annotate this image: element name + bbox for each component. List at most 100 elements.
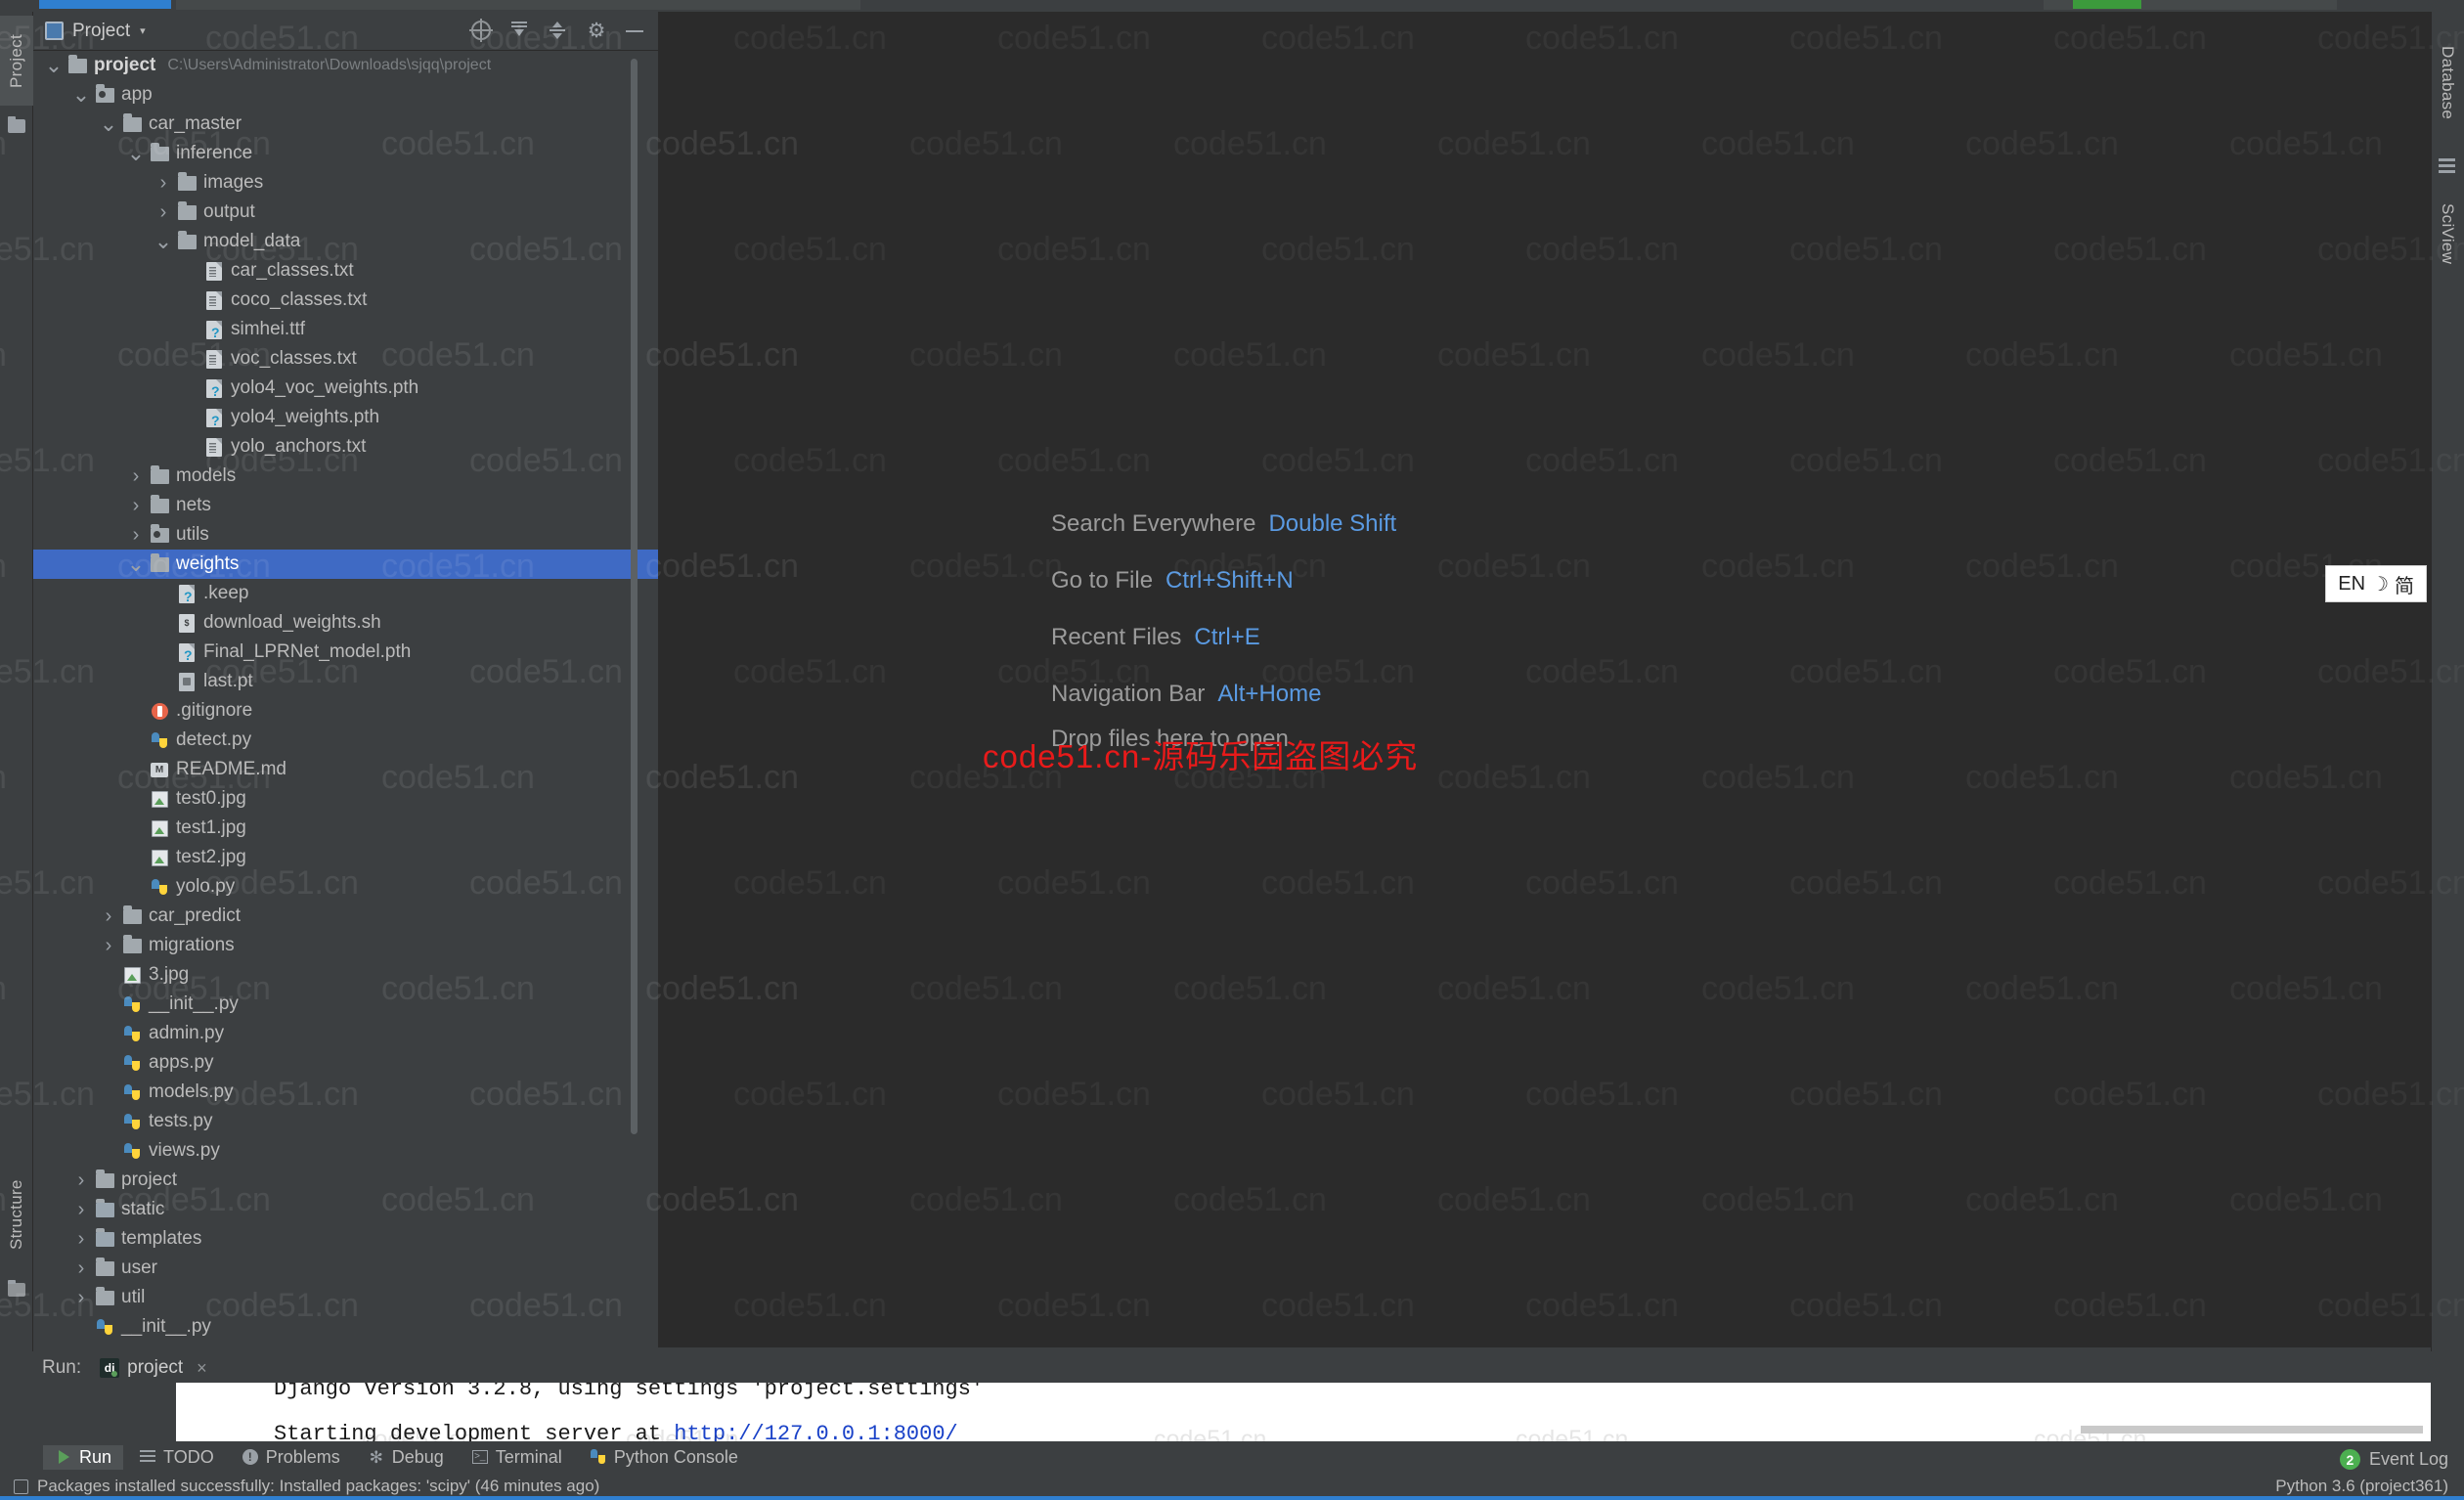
tree-row[interactable]: › nets	[33, 491, 659, 520]
tree-row[interactable]: ·$download_weights.sh	[33, 608, 659, 638]
chevron-down-icon[interactable]: ⌄	[43, 55, 65, 76]
tree-row[interactable]: · yolo_anchors.txt	[33, 432, 659, 462]
tree-row[interactable]: · tests.py	[33, 1107, 659, 1136]
tree-row[interactable]: · test2.jpg	[33, 843, 659, 872]
tree-row[interactable]: · __init__.py	[33, 1312, 659, 1342]
bottom-tab-python-console[interactable]: Python Console	[578, 1445, 750, 1470]
tree-row[interactable]: ⌄ app	[33, 80, 659, 110]
tree-spacer: ·	[125, 879, 147, 896]
chevron-down-icon[interactable]: ⌄	[153, 231, 174, 252]
folder-icon	[147, 464, 172, 484]
tree-row[interactable]: ⌄ weights	[33, 550, 659, 579]
chevron-right-icon[interactable]: ›	[98, 905, 119, 928]
run-console-output[interactable]: Django version 3.2.8, using settings 'pr…	[176, 1383, 2431, 1441]
event-log-button[interactable]: 2 Event Log	[2339, 1449, 2448, 1470]
bottom-tab-debug[interactable]: ✻ Debug	[356, 1445, 456, 1470]
chevron-right-icon[interactable]: ›	[98, 935, 119, 957]
tree-row[interactable]: · .gitignore	[33, 696, 659, 726]
tree-row[interactable]: · test1.jpg	[33, 814, 659, 843]
tree-row[interactable]: › output	[33, 198, 659, 227]
run-tab-project[interactable]: dj project ×	[94, 1357, 213, 1379]
tree-row[interactable]: · car_classes.txt	[33, 256, 659, 286]
tree-row[interactable]: ⌄ project C:\Users\Administrator\Downloads…	[33, 51, 659, 80]
tree-row[interactable]: ·?yolo4_weights.pth	[33, 403, 659, 432]
tree-scrollbar[interactable]	[631, 59, 638, 1134]
chevron-down-icon[interactable]: ⌄	[125, 143, 147, 164]
chevron-right-icon[interactable]: ›	[70, 1257, 92, 1280]
chevron-right-icon[interactable]: ›	[125, 495, 147, 517]
tool-button-database[interactable]: Database	[2431, 29, 2464, 137]
tree-row[interactable]: · apps.py	[33, 1048, 659, 1078]
chevron-down-icon[interactable]: ⌄	[70, 84, 92, 106]
tree-row[interactable]: › utils	[33, 520, 659, 550]
tree-row[interactable]: · views.py	[33, 1136, 659, 1166]
tree-row[interactable]: · models.py	[33, 1078, 659, 1107]
chevron-down-icon[interactable]: ⌄	[98, 113, 119, 135]
tree-row[interactable]: ·?yolo4_voc_weights.pth	[33, 374, 659, 403]
tool-button-sciview[interactable]: SciView	[2431, 183, 2464, 286]
tree-row[interactable]: · admin.py	[33, 1019, 659, 1048]
shortcut-keys[interactable]: Double Shift	[1268, 510, 1396, 538]
tool-button-structure[interactable]: Structure	[0, 1156, 33, 1273]
tree-row[interactable]: · detect.py	[33, 726, 659, 755]
shortcut-keys[interactable]: Ctrl+Shift+N	[1166, 567, 1294, 595]
chevron-right-icon[interactable]: ›	[125, 524, 147, 547]
tree-row[interactable]: ·M README.md	[33, 755, 659, 784]
chevron-right-icon[interactable]: ›	[70, 1199, 92, 1221]
tree-row[interactable]: · voc_classes.txt	[33, 344, 659, 374]
tree-row[interactable]: ·?Final_LPRNet_model.pth	[33, 638, 659, 667]
shortcut-keys[interactable]: Alt+Home	[1217, 681, 1321, 708]
tree-row[interactable]: · 3.jpg	[33, 960, 659, 990]
chevron-right-icon[interactable]: ›	[125, 465, 147, 488]
tree-row[interactable]: · coco_classes.txt	[33, 286, 659, 315]
chevron-down-icon[interactable]: ⌄	[125, 553, 147, 575]
unknown-file-icon: ?	[201, 408, 227, 427]
tree-row[interactable]: · last.pt	[33, 667, 659, 696]
close-icon[interactable]: ×	[197, 1358, 207, 1379]
folder-icon	[65, 54, 90, 73]
project-tool-window: Project ▾ ⚙ ⌄ project C:\Users\Administrat…	[33, 12, 659, 1347]
tree-row[interactable]: · yolo.py	[33, 872, 659, 902]
chevron-right-icon[interactable]: ›	[153, 172, 174, 195]
bottom-tab-todo[interactable]: TODO	[127, 1445, 226, 1470]
tool-button-project[interactable]: Project	[0, 16, 33, 106]
console-scrollbar[interactable]	[2081, 1426, 2423, 1434]
gear-icon[interactable]: ⚙	[586, 20, 607, 42]
console-watermark-4: code51.cn	[1516, 1426, 1629, 1441]
tree-row[interactable]: › user	[33, 1254, 659, 1283]
target-icon[interactable]	[469, 18, 493, 42]
chevron-right-icon[interactable]: ›	[70, 1287, 92, 1309]
tree-row[interactable]: › models	[33, 462, 659, 491]
ime-language-badge[interactable]: EN ☽ 简	[2325, 565, 2427, 602]
tree-row[interactable]: ·?simhei.ttf	[33, 315, 659, 344]
chevron-right-icon[interactable]: ›	[153, 201, 174, 224]
tree-row[interactable]: › util	[33, 1283, 659, 1312]
tree-row[interactable]: ·?.keep	[33, 579, 659, 608]
tree-row[interactable]: › migrations	[33, 931, 659, 960]
project-file-tree[interactable]: ⌄ project C:\Users\Administrator\Downloads…	[33, 51, 659, 1347]
tree-row[interactable]: › static	[33, 1195, 659, 1224]
tree-row[interactable]: › car_predict	[33, 902, 659, 931]
tree-row[interactable]: › project	[33, 1166, 659, 1195]
tree-row[interactable]: ⌄ inference	[33, 139, 659, 168]
tree-row[interactable]: · __init__.py	[33, 990, 659, 1019]
notification-icon[interactable]	[14, 1478, 28, 1494]
chevron-right-icon[interactable]: ›	[70, 1169, 92, 1192]
expand-all-icon[interactable]	[548, 21, 569, 42]
chevron-down-icon[interactable]: ▾	[140, 24, 146, 37]
tree-row[interactable]: › templates	[33, 1224, 659, 1254]
tree-row[interactable]: › images	[33, 168, 659, 198]
shortcut-keys[interactable]: Ctrl+E	[1194, 624, 1259, 651]
minimize-icon[interactable]	[624, 21, 645, 42]
tree-row[interactable]: · test0.jpg	[33, 784, 659, 814]
python-interpreter-status[interactable]: Python 3.6 (project361)	[2275, 1477, 2464, 1496]
tree-row-label: test2.jpg	[176, 847, 246, 867]
folder-icon[interactable]	[8, 116, 25, 135]
bottom-tab-terminal[interactable]: >_ Terminal	[460, 1445, 574, 1470]
collapse-all-icon[interactable]	[509, 21, 531, 42]
tree-row[interactable]: ⌄ model_data	[33, 227, 659, 256]
bottom-tab-run[interactable]: Run	[43, 1444, 124, 1470]
tree-row[interactable]: ⌄ car_master	[33, 110, 659, 139]
bottom-tab-problems[interactable]: ! Problems	[230, 1445, 352, 1470]
chevron-right-icon[interactable]: ›	[70, 1228, 92, 1251]
